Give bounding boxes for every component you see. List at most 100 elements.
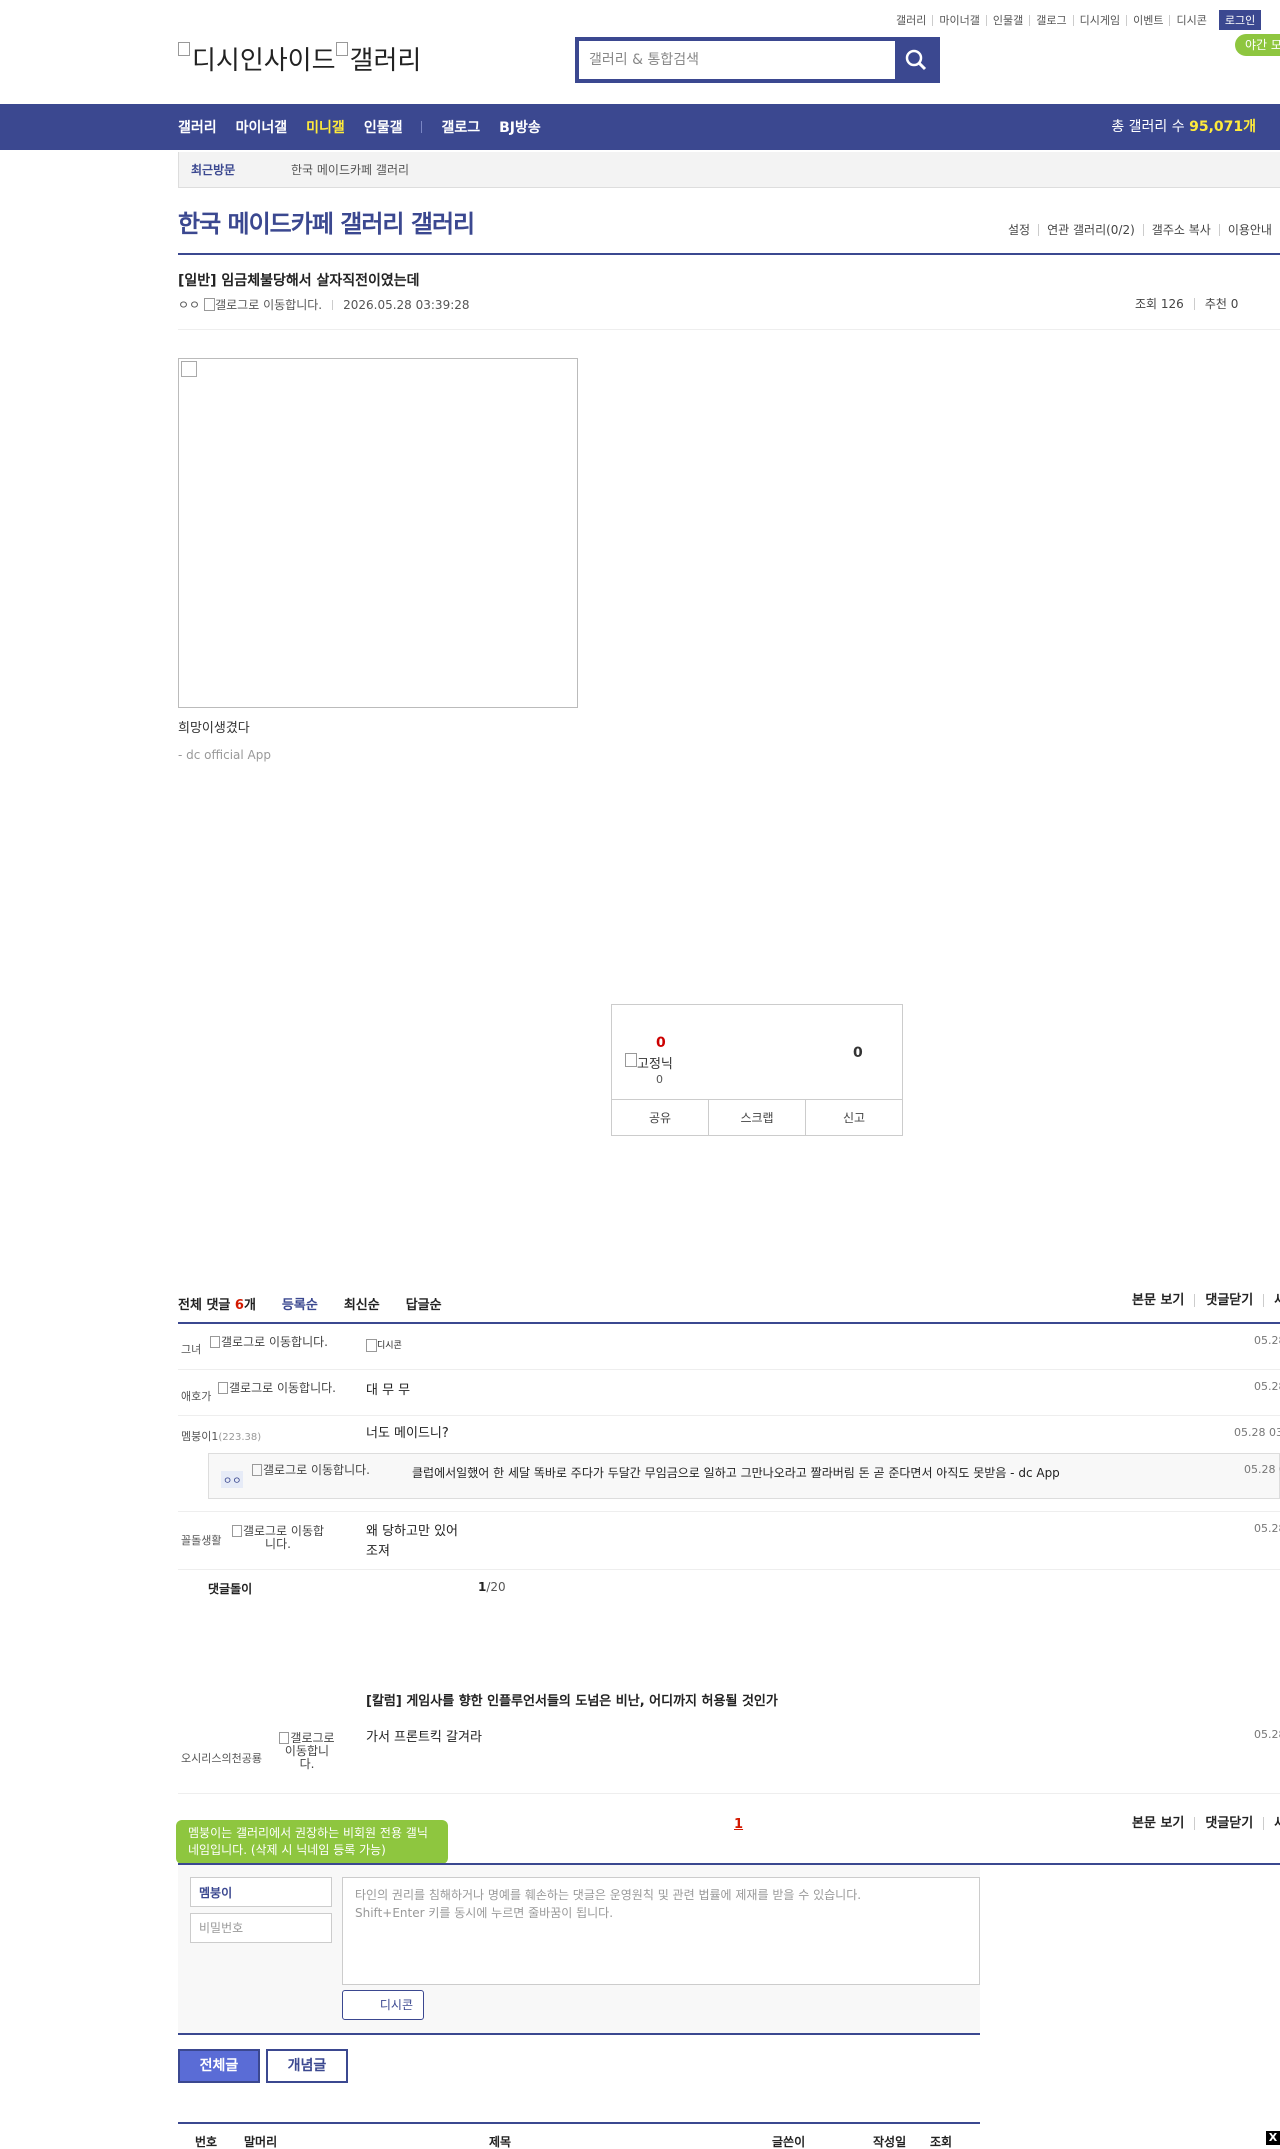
sort-newest[interactable]: 최신순	[344, 1294, 380, 1313]
logo[interactable]: 디시인사이드 갤러리	[178, 40, 421, 77]
comment-date: 05.28 03:42:15	[1234, 1426, 1280, 1439]
refresh-link[interactable]: 새로고침	[1263, 1817, 1280, 1830]
sort-replies[interactable]: 답글순	[406, 1294, 442, 1313]
comment-row: 오시리스의천공룡 갤로그로 이동합니다. 가서 프론트킥 갈겨라 05.28 0…	[178, 1718, 1280, 1794]
view-body-link[interactable]: 본문 보기	[1122, 1294, 1194, 1307]
comment-footer-right: 본문 보기 댓글닫기 새로고침	[1122, 1817, 1280, 1830]
comment-page-number[interactable]: 1	[734, 1817, 743, 1832]
comment-textarea[interactable]	[342, 1877, 980, 1985]
nickname-input[interactable]	[190, 1877, 332, 1907]
gallog-icon[interactable]: 갤로그로 이동합니다.	[249, 1464, 373, 1477]
post-recommends: 추천 0	[1193, 298, 1249, 310]
gallery-total-value: 95,071개	[1189, 119, 1256, 135]
comment-dccon-alt: 디시콘	[377, 1341, 402, 1351]
top-link-event[interactable]: 이벤트	[1126, 14, 1169, 26]
gallog-icon-alt: 갤로그로 이동합니다.	[229, 1381, 336, 1395]
post-author-icon-alt: 갤로그로 이동합니다.	[215, 298, 323, 312]
comment-nick[interactable]: 그녀	[181, 1341, 201, 1357]
nickname-tooltip: 멤붕이는 갤러리에서 권장하는 비회원 전용 갤닉네임입니다. (삭제 시 닉네…	[176, 1820, 448, 1872]
search-button[interactable]	[896, 41, 936, 79]
comment-nick-text: 멤붕이1	[181, 1430, 219, 1443]
dccon-button[interactable]: 디시콘	[342, 1990, 424, 2020]
all-posts-button[interactable]: 전체글	[178, 2049, 260, 2083]
close-icon[interactable]: X	[1266, 2131, 1280, 2145]
title-links: 설정 연관 갤러리(0/2) 갤주소 복사 이용안내	[1000, 224, 1280, 236]
comment-bot-label: 댓글돌이	[208, 1582, 253, 1596]
top-links: 갤러리 마이너갤 인물갤 갤로그 디시게임 이벤트 디시콘 로그인	[890, 10, 1262, 30]
post-image[interactable]	[178, 358, 578, 708]
post-author[interactable]: ㅇㅇ	[178, 296, 200, 313]
report-button[interactable]: 신고	[805, 1100, 902, 1135]
col-head: 말머리	[244, 2135, 278, 2149]
password-input[interactable]	[190, 1913, 332, 1943]
col-date: 작성일	[873, 2135, 907, 2149]
gallog-icon[interactable]: 갤로그로 이동합니다.	[278, 1732, 336, 1771]
comment-nick[interactable]: 애호가	[181, 1388, 211, 1404]
logo-text-1: 디시인사이드	[192, 46, 336, 76]
comment-text: 왜 당하고만 있어	[366, 1524, 458, 1539]
top-link-gallery[interactable]: 갤러리	[890, 15, 932, 26]
col-writer: 글쓴이	[772, 2135, 806, 2149]
recent-visit-item[interactable]: 한국 메이드카페 갤러리	[291, 152, 409, 188]
post-stats: 조회 126 추천 0	[1125, 298, 1248, 310]
recent-visit-label[interactable]: 최근방문	[191, 152, 235, 188]
sort-registered[interactable]: 등록순	[282, 1294, 318, 1313]
copy-address-link[interactable]: 갤주소 복사	[1142, 224, 1219, 236]
top-link-dccon[interactable]: 디시콘	[1169, 14, 1212, 26]
reply-nick[interactable]: ㅇㅇ	[221, 1471, 244, 1488]
gnb-gallery[interactable]: 갤러리	[178, 117, 217, 137]
share-button[interactable]: 공유	[612, 1100, 708, 1135]
fixed-nick-label: 고정닉	[625, 1053, 673, 1072]
view-body-link[interactable]: 본문 보기	[1122, 1817, 1194, 1830]
broken-image-icon	[178, 42, 190, 56]
gallery-title[interactable]: 한국 메이드카페 갤러리 갤러리	[178, 204, 475, 239]
comment-row: 애호가 갤로그로 이동합니다. 대 무 무 05.28 03:41:02	[178, 1370, 1280, 1416]
concept-posts-button[interactable]: 개념글	[266, 2049, 348, 2083]
comment-nick[interactable]: 멤붕이1(223.38)	[181, 1428, 261, 1444]
comment-nick[interactable]: 꼴돌생활	[181, 1532, 221, 1548]
login-button[interactable]: 로그인	[1218, 10, 1262, 30]
gnb-mini[interactable]: 미니갤	[306, 117, 345, 137]
gallog-icon[interactable]: 갤로그로 이동합니다.	[205, 1336, 333, 1349]
search-input[interactable]	[579, 41, 895, 79]
comment-ip: (223.38)	[218, 1432, 262, 1443]
top-link-gallog[interactable]: 갤로그	[1029, 14, 1072, 26]
close-comments-link[interactable]: 댓글닫기	[1194, 1294, 1263, 1307]
settings-link[interactable]: 설정	[1000, 224, 1038, 236]
gnb-gallog[interactable]: 갤로그	[441, 117, 480, 137]
close-comments-link[interactable]: 댓글닫기	[1194, 1817, 1263, 1830]
gnb-person[interactable]: 인물갤	[364, 117, 403, 137]
night-mode-button[interactable]: 야간 모드	[1235, 34, 1280, 56]
top-link-dcgame[interactable]: 디시게임	[1072, 14, 1126, 26]
related-post-title[interactable]: [칼럼] 게임사를 향한 인플루언서들의 도넘은 비난, 어디까지 허용될 것인…	[366, 1690, 778, 1709]
comment-text: 너도 메이드니?	[366, 1426, 449, 1441]
gallery-total-label: 총 갤러리 수	[1111, 119, 1185, 135]
gallog-icon-alt: 갤로그로 이동합니다.	[242, 1524, 325, 1551]
comment-row: 꼴돌생활 갤로그로 이동합니다. 왜 당하고만 있어 조져 05.28 03:4…	[178, 1512, 1280, 1570]
gnb-minor[interactable]: 마이너갤	[236, 117, 288, 137]
comment-write-area: 디시콘	[178, 1865, 980, 2035]
gallog-icon[interactable]: 갤로그로 이동합니다.	[228, 1525, 328, 1551]
refresh-link[interactable]: 새로고침	[1263, 1294, 1280, 1307]
scrap-button[interactable]: 스크랩	[708, 1100, 805, 1135]
comment-header-right: 본문 보기 댓글닫기 새로고침	[1122, 1294, 1280, 1307]
gallog-icon[interactable]: 갤로그로 이동합니다.	[218, 1382, 336, 1395]
related-gallery-link[interactable]: 연관 갤러리(0/2)	[1038, 224, 1143, 236]
top-link-person[interactable]: 인물갤	[985, 14, 1029, 26]
comment-text: 가서 프론트킥 갈겨라	[366, 1730, 482, 1745]
logo-text-2: 갤러리	[349, 46, 422, 76]
comment-text: 대 무 무	[366, 1383, 411, 1398]
gallog-icon-alt: 갤로그로 이동합니다.	[221, 1335, 328, 1349]
comment-text-2: 조져	[366, 1544, 390, 1559]
comment-date: 05.28 03:45:50	[1254, 1522, 1280, 1535]
gallog-icon-alt: 갤로그로 이동합니다.	[284, 1731, 335, 1771]
comment-bot-row: 댓글돌이 1/20	[178, 1580, 1280, 1610]
top-link-minor[interactable]: 마이너갤	[932, 14, 985, 26]
gnb-bj[interactable]: BJ방송	[499, 117, 541, 137]
comment-nick[interactable]: 오시리스의천공룡	[181, 1750, 262, 1766]
gallery-total: 총 갤러리 수 95,071개	[1111, 104, 1256, 150]
broken-image-icon	[335, 42, 348, 56]
usage-guide-link[interactable]: 이용안내	[1218, 224, 1280, 236]
col-views: 조회	[930, 2135, 953, 2149]
gallog-icon[interactable]	[204, 298, 216, 311]
